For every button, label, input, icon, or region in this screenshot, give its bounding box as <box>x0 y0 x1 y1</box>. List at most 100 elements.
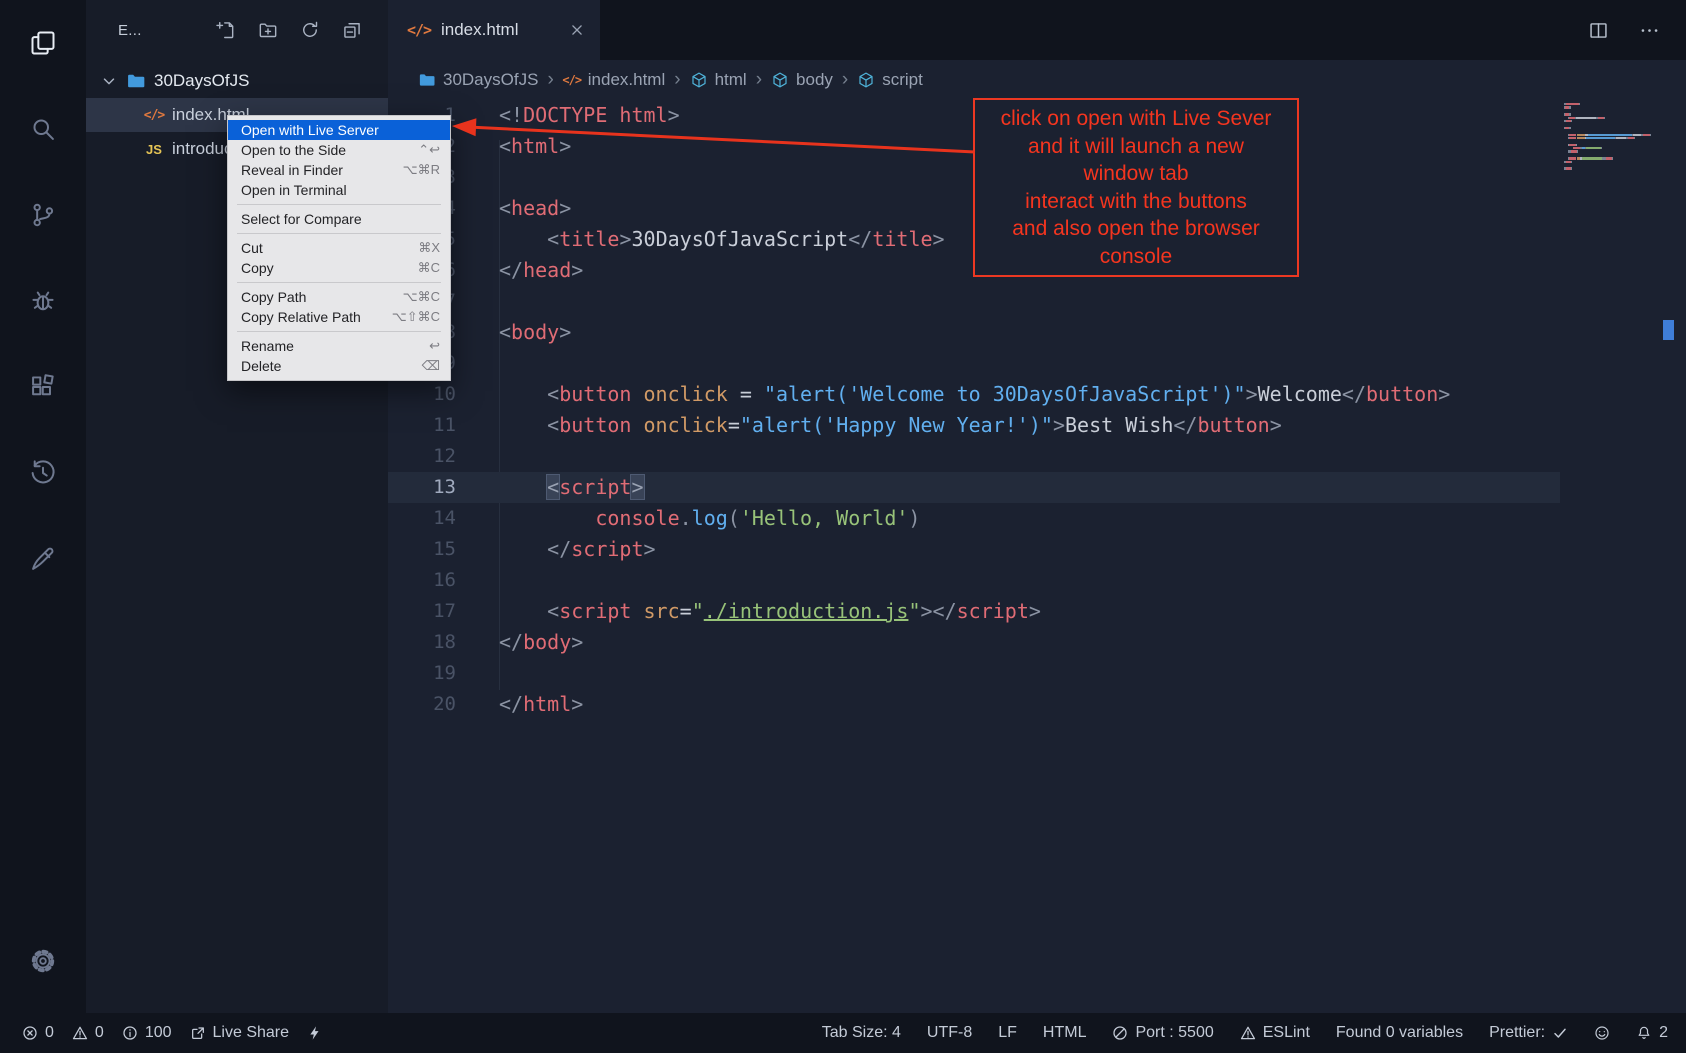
live-share-icon <box>190 1025 206 1041</box>
activity-item-history[interactable] <box>15 445 71 501</box>
menu-item-copy-path[interactable]: Copy Path⌥⌘C <box>228 287 450 307</box>
code-line-12[interactable]: 12 <box>388 441 1560 472</box>
status-encoding[interactable]: UTF-8 <box>927 1024 972 1042</box>
menu-item-reveal-in-finder[interactable]: Reveal in Finder⌥⌘R <box>228 160 450 180</box>
status-warnings[interactable]: 0 <box>72 1024 104 1042</box>
activity-item-extensions[interactable] <box>15 359 71 415</box>
code-line-8[interactable]: 8<body> <box>388 317 1560 348</box>
menu-item-select-for-compare[interactable]: Select for Compare <box>228 209 450 229</box>
minimap-line <box>1564 110 1656 112</box>
symbol-icon <box>771 71 789 89</box>
status-variables[interactable]: Found 0 variables <box>1336 1024 1463 1042</box>
menu-item-open-with-live-server[interactable]: Open with Live Server <box>228 120 450 140</box>
code-line-16[interactable]: 16 <box>388 565 1560 596</box>
menu-item-shortcut: ⌘X <box>418 240 440 256</box>
check-icon <box>1552 1025 1568 1041</box>
breadcrumb-script[interactable]: script <box>857 70 923 90</box>
status-live-share[interactable]: Live Share <box>190 1024 290 1042</box>
folder-row-30daysofjs[interactable]: 30DaysOfJS <box>86 64 388 98</box>
status-language-mode[interactable]: HTML <box>1043 1024 1087 1042</box>
breadcrumb-index-html[interactable]: </>index.html <box>563 70 665 90</box>
activity-item-source-control[interactable] <box>15 187 71 243</box>
status-label: Port : 5500 <box>1135 1024 1213 1042</box>
menu-item-label: Copy Path <box>241 289 403 305</box>
line-content: </head> <box>456 255 583 286</box>
minimap-line <box>1564 120 1656 122</box>
activity-item-settings[interactable] <box>15 933 71 989</box>
line-content <box>456 441 499 472</box>
more-actions-button[interactable] <box>1639 20 1660 41</box>
annotation-line: and also open the browser <box>979 215 1293 243</box>
status-prettier[interactable]: Prettier: <box>1489 1024 1568 1042</box>
refresh-button[interactable] <box>300 20 320 40</box>
status-eslint[interactable]: ESLint <box>1240 1024 1310 1042</box>
code-line-13[interactable]: 13 <script> <box>388 472 1560 503</box>
close-icon[interactable] <box>568 21 586 39</box>
activity-item-run-debug[interactable] <box>15 273 71 329</box>
activity-bar <box>0 0 86 1013</box>
activity-item-feedback[interactable] <box>15 531 71 587</box>
activity-item-explorer[interactable] <box>15 15 71 71</box>
menu-item-label: Copy Relative Path <box>241 309 392 325</box>
chevron-down-icon <box>100 72 118 90</box>
menu-item-shortcut: ⌃↩ <box>418 142 440 158</box>
menu-item-copy-relative-path[interactable]: Copy Relative Path⌥⇧⌘C <box>228 307 450 327</box>
breadcrumb-label: script <box>882 70 923 90</box>
files-icon <box>29 29 57 57</box>
menu-item-open-to-the-side[interactable]: Open to the Side⌃↩ <box>228 140 450 160</box>
code-line-17[interactable]: 17 <script src="./introduction.js"></scr… <box>388 596 1560 627</box>
status-info-count[interactable]: 100 <box>122 1024 172 1042</box>
status-feedback-smiley[interactable] <box>1594 1025 1610 1041</box>
status-label: ESLint <box>1263 1024 1310 1042</box>
code-line-19[interactable]: 19 <box>388 658 1560 689</box>
activity-bar-bottom <box>15 933 71 1013</box>
breadcrumb-separator: › <box>671 69 683 91</box>
status-eol[interactable]: LF <box>998 1024 1017 1042</box>
line-number: 11 <box>388 410 456 441</box>
menu-item-cut[interactable]: Cut⌘X <box>228 238 450 258</box>
breadcrumb-html[interactable]: html <box>690 70 747 90</box>
new-file-icon <box>216 20 236 40</box>
minimap[interactable] <box>1564 103 1656 171</box>
code-line-18[interactable]: 18</body> <box>388 627 1560 658</box>
menu-item-rename[interactable]: Rename↩ <box>228 336 450 356</box>
menu-item-open-in-terminal[interactable]: Open in Terminal <box>228 180 450 200</box>
menu-item-label: Open in Terminal <box>241 182 440 198</box>
source-control-icon <box>29 201 57 229</box>
split-editor-icon <box>1588 20 1609 41</box>
new-file-button[interactable] <box>216 20 236 40</box>
overview-ruler-marker <box>1663 320 1674 340</box>
status-live-server-port[interactable]: Port : 5500 <box>1112 1024 1213 1042</box>
code-line-9[interactable]: 9 <box>388 348 1560 379</box>
activity-item-search[interactable] <box>15 101 71 157</box>
breadcrumb-body[interactable]: body <box>771 70 833 90</box>
status-notifications[interactable]: 2 <box>1636 1024 1668 1042</box>
new-folder-button[interactable] <box>258 20 278 40</box>
code-line-15[interactable]: 15 </script> <box>388 534 1560 565</box>
minimap-line <box>1564 164 1656 166</box>
menu-item-shortcut: ⌥⇧⌘C <box>392 309 440 325</box>
status-errors[interactable]: 0 <box>22 1024 54 1042</box>
menu-item-copy[interactable]: Copy⌘C <box>228 258 450 278</box>
code-line-11[interactable]: 11 <button onclick="alert('Happy New Yea… <box>388 410 1560 441</box>
breadcrumb-separator: › <box>753 69 765 91</box>
line-number: 10 <box>388 379 456 410</box>
split-editor-button[interactable] <box>1588 20 1609 41</box>
warning-icon <box>72 1025 88 1041</box>
menu-item-label: Open with Live Server <box>241 122 440 138</box>
line-content <box>456 658 499 689</box>
line-content: <script src="./introduction.js"></script… <box>456 596 1041 627</box>
menu-item-delete[interactable]: Delete⌫ <box>228 356 450 376</box>
line-number: 13 <box>388 472 456 503</box>
collapse-all-button[interactable] <box>342 20 362 40</box>
status-quick-run[interactable] <box>307 1025 323 1041</box>
code-line-20[interactable]: 20</html> <box>388 689 1560 720</box>
folder-icon <box>126 71 146 91</box>
tab-index-html[interactable]: </>index.html <box>388 0 600 60</box>
code-line-7[interactable]: 7 <box>388 286 1560 317</box>
breadcrumb-30daysofjs[interactable]: 30DaysOfJS <box>418 70 538 90</box>
status-label: 2 <box>1659 1024 1668 1042</box>
code-line-14[interactable]: 14 console.log('Hello, World') <box>388 503 1560 534</box>
code-line-10[interactable]: 10 <button onclick = "alert('Welcome to … <box>388 379 1560 410</box>
status-tab-size[interactable]: Tab Size: 4 <box>822 1024 901 1042</box>
